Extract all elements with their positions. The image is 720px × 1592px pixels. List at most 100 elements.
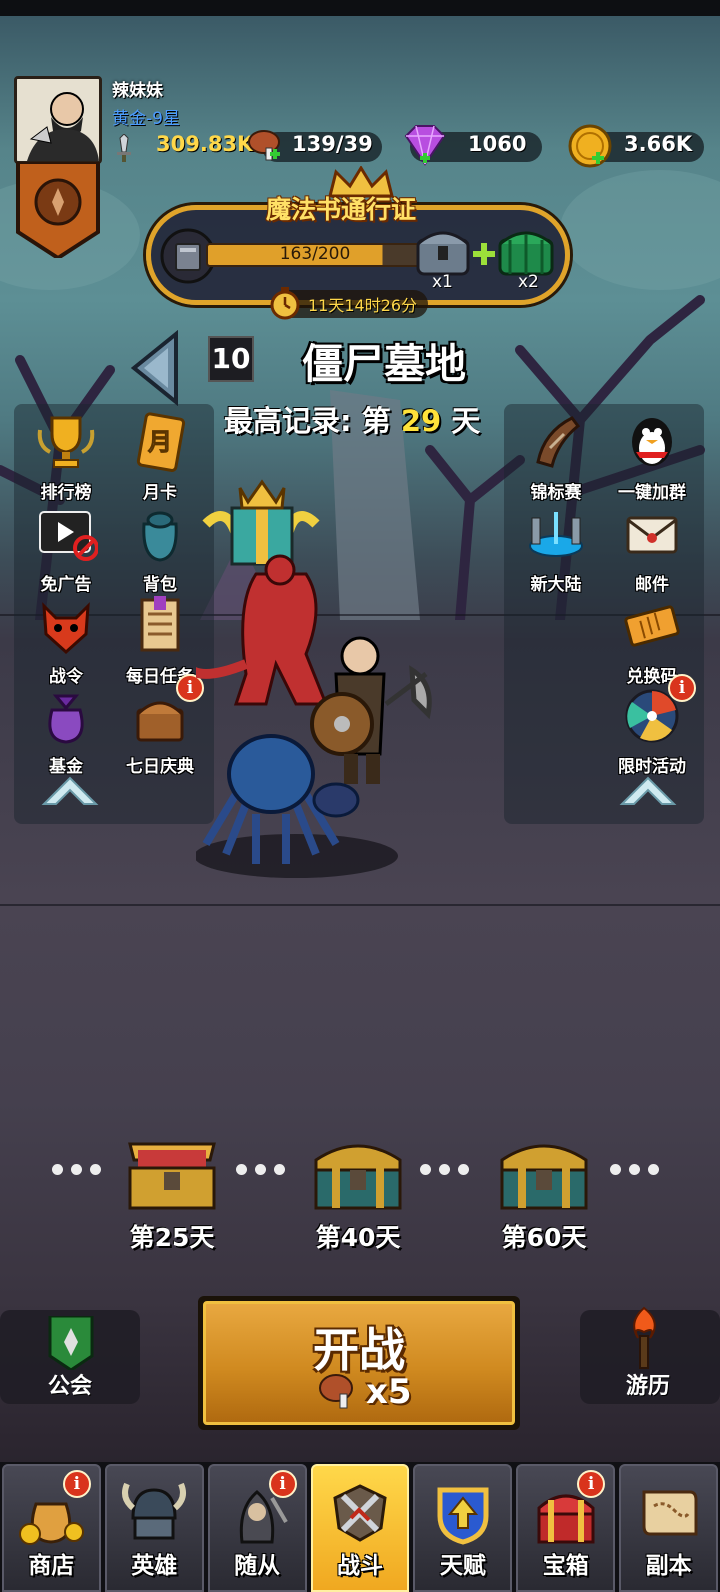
meat-icon [319,1374,353,1409]
torch-icon [633,1306,656,1369]
month-glyph: 月 [147,428,172,456]
menu-join-group[interactable]: 一键加群 [604,412,700,503]
diamond-gem-icon[interactable] [400,124,450,168]
day60-chest-icon[interactable] [496,1130,592,1212]
rank-banner-icon [16,162,100,258]
reward1-count: x1 [432,272,453,292]
collapse-up-arrow-icon[interactable] [40,770,100,810]
talent-shield-icon [437,1487,489,1545]
record-prefix: 最高记录: 第 [224,404,391,438]
notification-badge: i [668,674,696,702]
menu-backpack[interactable]: 背包 [112,504,208,595]
menu-mail[interactable]: 邮件 [604,504,700,595]
menu-ranking-label: 排行榜 [40,483,92,503]
tab-chest-label: 宝箱 [542,1553,589,1579]
guild-banner-icon [48,1316,94,1370]
bottom-nav: i 商店 英雄 i 随从 战斗 天赋 i 宝箱 副本 [0,1462,720,1592]
chest-day-label: 第40天 [315,1223,401,1252]
menu-tournament-label: 锦标赛 [530,483,582,503]
notification-badge: i [62,1470,91,1498]
progress-dots [52,1164,101,1175]
menu-backpack-label: 背包 [143,575,177,595]
combat-power: 309.83K [156,132,254,156]
backpack-icon [142,511,178,562]
pass-timer-text: 11天14时26分 [308,296,418,315]
meat-count: 139/39 [292,132,373,156]
menu-tournament[interactable]: 锦标赛 [508,412,604,503]
sword-icon [117,134,131,162]
menu-new-land[interactable]: 新大陆 [508,504,604,595]
plus-icon [473,243,495,265]
travel-label: 游历 [626,1374,671,1399]
penguin-icon [632,418,672,466]
meat-icon[interactable] [244,124,284,164]
ground-line [0,904,720,906]
month-card-icon: 月 [136,412,186,472]
viking-helmet-icon [122,1482,187,1540]
tab-followers[interactable]: i 随从 [207,1464,307,1592]
gold-coin-icon[interactable] [566,122,614,170]
tab-shop[interactable]: i 商店 [2,1464,101,1592]
horn-icon [536,416,581,468]
start-battle-face: 开战 x5 [203,1301,515,1425]
prev-stage-arrow-icon[interactable] [128,330,182,406]
stage-name: 僵尸墓地 [302,340,466,388]
pass-title: 魔法书通行证 [266,195,417,224]
gift-box-icon [202,479,320,566]
menu-month-card-label: 月卡 [143,483,177,503]
trophy-icon [37,416,95,468]
game-screen: 辣妹妹 黄金-9星 309.83K 139/39 1060 3.66K 魔法书通… [0,0,720,1592]
viking-warrior-hero [310,636,432,784]
menu-battle-pass[interactable]: 战令 [18,596,114,687]
tab-chest[interactable]: i 宝箱 [516,1464,616,1592]
reward2-count: x2 [518,272,539,292]
menu-month-card[interactable]: 月 月卡 [112,412,208,503]
tab-battle[interactable]: 战斗 [310,1464,410,1592]
gold-count: 3.66K [624,132,693,156]
task-board-icon [140,596,180,652]
menu-daily-tasks[interactable]: 每日任务 [112,596,208,687]
tab-heroes[interactable]: 英雄 [104,1464,204,1592]
menu-ranking[interactable]: 排行榜 [18,412,114,503]
envelope-icon [626,516,678,554]
chest-day-label: 第25天 [129,1223,215,1252]
record-suffix: 天 [451,404,481,438]
stage-level: 10 [208,336,254,382]
tab-dungeon[interactable]: 副本 [619,1464,719,1592]
player-avatar[interactable] [14,76,102,164]
tab-talent-label: 天赋 [439,1553,486,1579]
tab-talent[interactable]: 天赋 [413,1464,513,1592]
portal-icon [529,512,583,557]
menu-no-ads-label: 免广告 [40,575,92,595]
tab-dungeon-label: 副本 [645,1553,692,1579]
warrior-portrait-icon [17,79,99,161]
menu-fund[interactable]: 基金 [18,686,114,777]
guild-label: 公会 [48,1374,93,1399]
gem-count: 1060 [468,132,527,156]
demon-mask-icon [42,602,90,655]
start-battle-button[interactable]: 开战 x5 [198,1296,520,1430]
player-name: 辣妹妹 [112,81,163,101]
menu-join-group-label: 一键加群 [618,483,686,503]
menu-redeem[interactable]: 兑换码 [604,596,700,687]
no-ads-film-icon [39,511,99,561]
emerald-chest-icon[interactable] [496,222,556,278]
collapse-up-arrow-icon[interactable] [618,770,678,810]
tab-battle-label: 战斗 [337,1553,383,1579]
menu-seven-day-label: 七日庆典 [126,757,194,777]
red-demon-enemy [196,554,329,706]
money-bag-icon [48,694,84,744]
day40-chest-icon[interactable] [310,1130,406,1212]
day25-chest-icon[interactable] [124,1130,220,1212]
silver-chest-icon[interactable] [414,222,472,278]
menu-no-ads[interactable]: 免广告 [18,504,114,595]
best-record: 最高记录: 第 29 天 [224,398,480,440]
notification-badge: i [268,1470,297,1498]
battle-cost: x5 [366,1372,412,1412]
crossed-swords-icon [333,1484,387,1542]
pass-progress-text: 163/200 [279,244,351,264]
scroll-map-icon [642,1490,698,1536]
tab-followers-label: 随从 [234,1553,281,1579]
menu-mail-label: 邮件 [635,575,669,595]
menu-new-land-label: 新大陆 [530,575,582,595]
